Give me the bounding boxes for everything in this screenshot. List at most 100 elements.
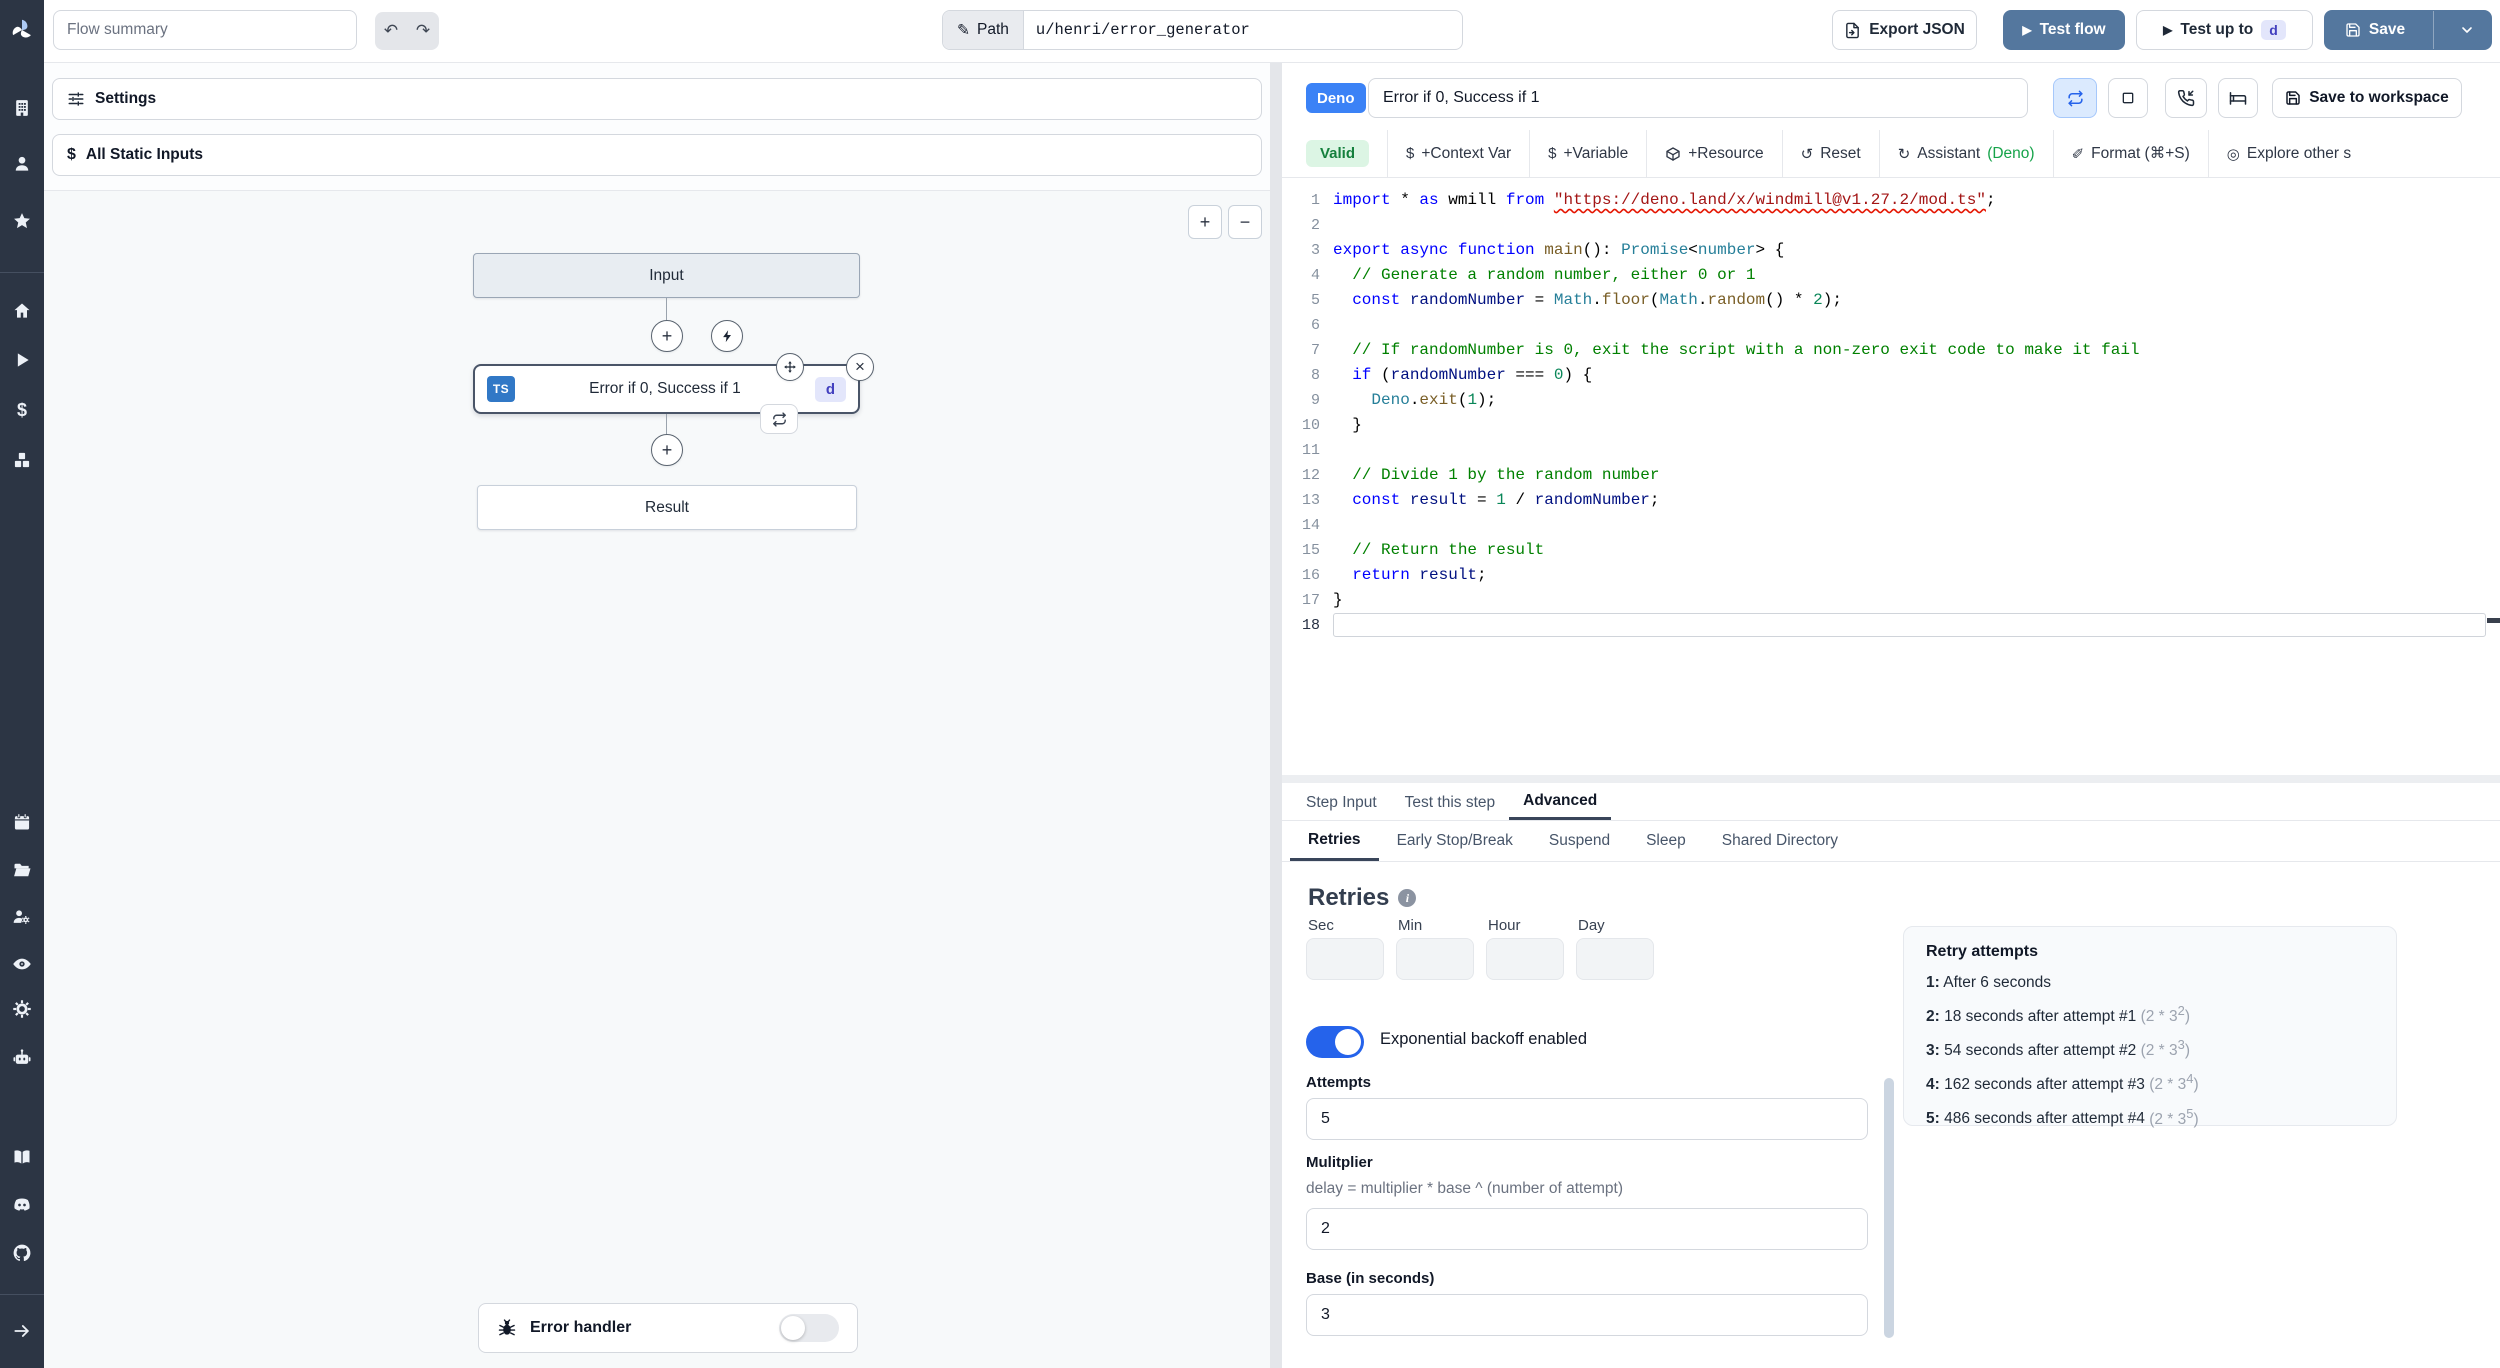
scrollbar-thumb[interactable] (1884, 1078, 1894, 1338)
star-icon[interactable] (11, 210, 33, 232)
move-step-button[interactable] (776, 353, 804, 381)
retries-toggle-button[interactable] (2053, 78, 2097, 118)
code-line-11[interactable]: 11 (1290, 438, 2500, 463)
code-line-3[interactable]: 3 export async function main(): Promise<n… (1290, 238, 2500, 263)
test-flow-button[interactable]: ▶ Test flow (2003, 10, 2125, 50)
workers-robot-icon[interactable] (11, 1047, 33, 1069)
schedules-calendar-icon[interactable] (11, 811, 33, 833)
tab-step-input[interactable]: Step Input (1292, 785, 1391, 820)
save-dropdown-button[interactable] (2442, 11, 2491, 49)
code-line-5[interactable]: 5 const randomNumber = Math.floor(Math.r… (1290, 288, 2500, 313)
package-icon (1665, 146, 1681, 162)
path-value[interactable]: u/henri/error_generator (1024, 11, 1262, 49)
settings-gear-icon[interactable] (11, 998, 33, 1020)
undo-button[interactable]: ↶ (375, 12, 407, 50)
flow-node-input[interactable]: Input (473, 253, 860, 298)
runs-play-icon[interactable] (11, 349, 33, 371)
zoom-in-button[interactable]: + (1188, 205, 1222, 239)
docs-book-icon[interactable] (11, 1146, 33, 1168)
redo-button[interactable]: ↷ (407, 12, 439, 50)
assistant-button[interactable]: ↻ Assistant (Deno) (1880, 145, 2035, 163)
subtab-shared-directory[interactable]: Shared Directory (1704, 821, 1856, 861)
insert-step-button[interactable]: + (651, 320, 683, 352)
insert-step-button[interactable]: + (651, 434, 683, 466)
subtab-early-stop[interactable]: Early Stop/Break (1379, 821, 1531, 861)
repeat-icon (2067, 90, 2083, 106)
tab-advanced[interactable]: Advanced (1509, 785, 1612, 820)
all-static-inputs-button[interactable]: $ All Static Inputs (52, 134, 1262, 176)
attempts-input[interactable] (1306, 1098, 1868, 1140)
step-title-input[interactable] (1368, 78, 2028, 118)
flow-node-result[interactable]: Result (477, 485, 857, 530)
code-line-8[interactable]: 8 if (randomNumber === 0) { (1290, 363, 2500, 388)
export-json-button[interactable]: Export JSON (1832, 10, 1977, 50)
zoom-out-button[interactable]: − (1228, 205, 1262, 239)
tab-test-this-step[interactable]: Test this step (1391, 785, 1509, 820)
folders-icon[interactable] (11, 859, 33, 881)
subtab-suspend[interactable]: Suspend (1531, 821, 1628, 861)
flow-canvas[interactable]: + − Input + TS Error if 0, Success if 1 … (44, 190, 1270, 1368)
home-icon[interactable] (11, 300, 33, 322)
min-input[interactable] (1396, 938, 1474, 980)
code-line-7[interactable]: 7 // If randomNumber is 0, exit the scri… (1290, 338, 2500, 363)
trigger-bolt-button[interactable] (711, 320, 743, 352)
day-input[interactable] (1576, 938, 1654, 980)
path-label: ✎ Path (943, 11, 1024, 49)
retry-indicator-button[interactable] (760, 404, 798, 434)
sleep-bed-button[interactable] (2218, 78, 2258, 118)
stop-early-button[interactable] (2108, 78, 2148, 118)
expand-arrow-right-icon[interactable] (11, 1320, 33, 1342)
flow-summary-input[interactable] (53, 10, 357, 50)
save-to-workspace-button[interactable]: Save to workspace (2272, 78, 2462, 118)
workspace-building-icon[interactable] (11, 97, 33, 119)
code-line-6[interactable]: 6 (1290, 313, 2500, 338)
github-icon[interactable] (11, 1242, 33, 1264)
hour-input[interactable] (1486, 938, 1564, 980)
panel-splitter[interactable] (1270, 63, 1282, 1368)
editor-bottom-splitter[interactable] (1282, 775, 2500, 783)
add-resource-button[interactable]: +Resource (1647, 145, 1764, 163)
multiplier-input[interactable] (1306, 1208, 1868, 1250)
explore-scripts-button[interactable]: ◎ Explore other s (2209, 145, 2351, 163)
code-line-10[interactable]: 10 } (1290, 413, 2500, 438)
windmill-logo[interactable] (9, 17, 35, 43)
add-context-var-button[interactable]: $ +Context Var (1388, 145, 1511, 163)
user-icon[interactable] (11, 153, 33, 175)
code-line-17[interactable]: 17} (1290, 588, 2500, 613)
path-field[interactable]: ✎ Path u/henri/error_generator (942, 10, 1463, 50)
code-line-9[interactable]: 9 Deno.exit(1); (1290, 388, 2500, 413)
code-line-4[interactable]: 4 // Generate a random number, either 0 … (1290, 263, 2500, 288)
code-line-13[interactable]: 13 const result = 1 / randomNumber; (1290, 488, 2500, 513)
resources-cubes-icon[interactable] (11, 449, 33, 471)
reset-button[interactable]: ↺ Reset (1783, 145, 1861, 163)
code-line-18[interactable]: 18 (1290, 613, 2500, 638)
variables-dollar-icon[interactable]: $ (11, 399, 33, 421)
add-variable-button[interactable]: $ +Variable (1530, 145, 1628, 163)
sec-input[interactable] (1306, 938, 1384, 980)
retry-attempt-row: 5: 486 seconds after attempt #4 (2 * 35) (1926, 1105, 2199, 1128)
subtab-retries[interactable]: Retries (1290, 821, 1379, 861)
code-line-1[interactable]: 1 import * as wmill from "https://deno.la… (1290, 188, 2500, 213)
code-line-16[interactable]: 16 return result; (1290, 563, 2500, 588)
subtab-sleep[interactable]: Sleep (1628, 821, 1704, 861)
discord-icon[interactable] (11, 1194, 33, 1216)
delete-step-button[interactable]: × (846, 353, 874, 381)
test-up-to-button[interactable]: ▶ Test up to d (2136, 10, 2313, 50)
format-button[interactable]: ✐ Format (⌘+S) (2054, 144, 2190, 163)
retries-heading: Retries i (1308, 884, 1417, 912)
error-handler-toggle[interactable] (779, 1314, 839, 1342)
code-line-14[interactable]: 14 (1290, 513, 2500, 538)
code-line-12[interactable]: 12 // Divide 1 by the random number (1290, 463, 2500, 488)
code-editor[interactable]: 1 import * as wmill from "https://deno.la… (1290, 188, 2500, 768)
flow-settings-button[interactable]: Settings (52, 78, 1262, 120)
suspend-phone-button[interactable] (2165, 78, 2207, 118)
save-button[interactable]: Save (2325, 11, 2425, 49)
info-icon[interactable]: i (1398, 889, 1417, 907)
error-handler-box[interactable]: Error handler (478, 1303, 858, 1353)
audit-eye-icon[interactable] (11, 953, 33, 975)
exponential-backoff-toggle[interactable] (1306, 1026, 1364, 1058)
base-input[interactable] (1306, 1294, 1868, 1336)
code-line-15[interactable]: 15 // Return the result (1290, 538, 2500, 563)
code-line-2[interactable]: 2 (1290, 213, 2500, 238)
groups-users-cog-icon[interactable] (11, 906, 33, 928)
